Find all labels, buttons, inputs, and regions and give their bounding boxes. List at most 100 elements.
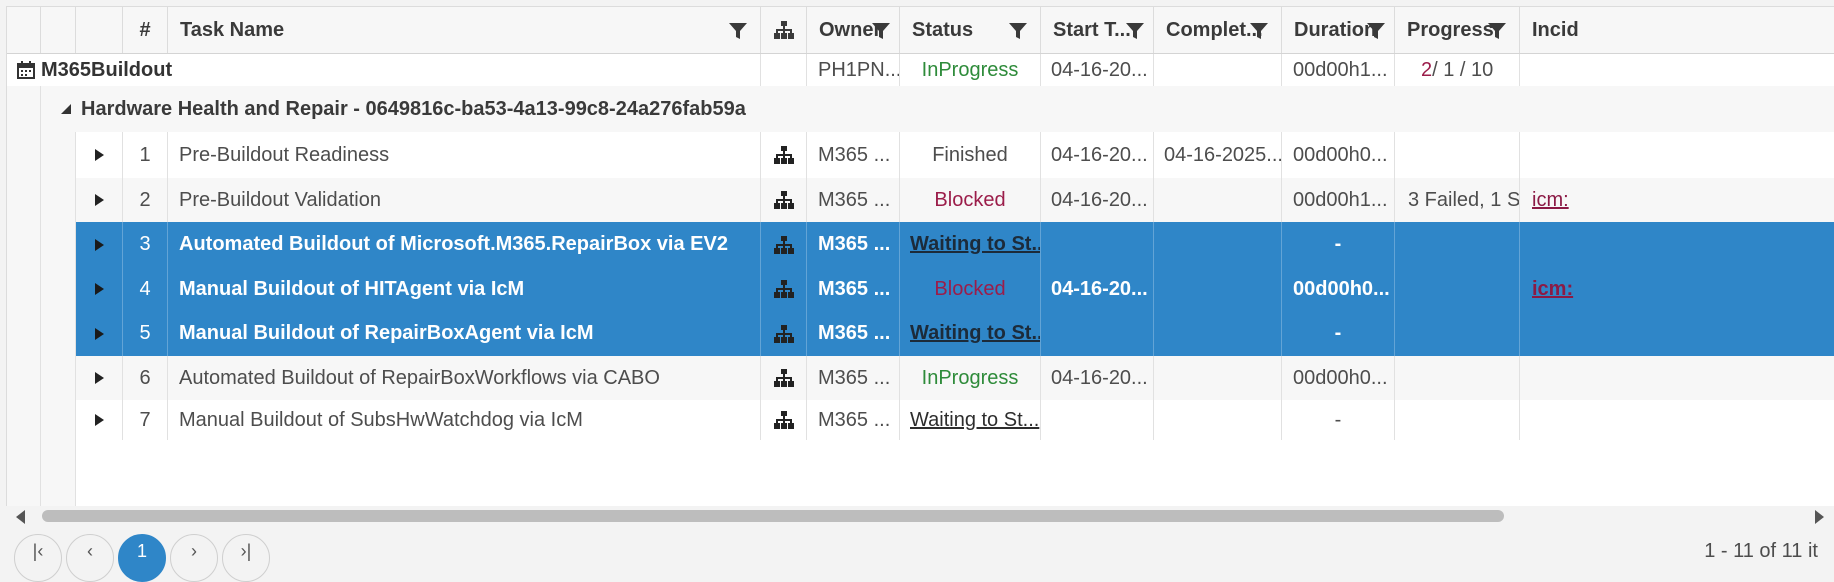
hierarchy-cell[interactable]	[761, 132, 807, 178]
table-row[interactable]: 4 Manual Buildout of HITAgent via IcM M365…	[76, 267, 1834, 311]
duration-cell: -	[1282, 222, 1395, 267]
table-row[interactable]: 3 Automated Buildout of Microsoft.M365.Re…	[76, 222, 1834, 267]
incident-cell[interactable]: icm:	[1520, 178, 1834, 222]
table-row[interactable]: 2 Pre-Buildout Validation M365 ... Blocked 0…	[76, 178, 1834, 222]
hierarchy-cell[interactable]	[761, 356, 807, 400]
task-name[interactable]: Pre-Buildout Validation	[168, 178, 761, 222]
filter-icon[interactable]	[1125, 21, 1145, 41]
progress-cell	[1395, 222, 1520, 267]
filter-icon[interactable]	[728, 21, 748, 41]
header-progress[interactable]: Progress	[1395, 7, 1520, 53]
status-cell[interactable]: Waiting to St...	[900, 311, 1041, 356]
expand-cell[interactable]	[76, 132, 123, 178]
expand-cell[interactable]	[76, 267, 123, 311]
incident-link[interactable]: icm:	[1532, 278, 1573, 301]
header-complete-time[interactable]: Complet...	[1154, 7, 1282, 53]
hierarchy-icon[interactable]	[773, 324, 794, 343]
group-row[interactable]: M365Buildout PH1PN... InProgress 04-16-2…	[7, 54, 1834, 87]
start-time-cell: 04-16-20...	[1041, 132, 1154, 178]
incident-cell[interactable]	[1520, 222, 1834, 267]
collapse-triangle-icon[interactable]	[61, 104, 71, 114]
header-task-name[interactable]: Task Name	[168, 7, 761, 53]
status-text[interactable]: Waiting to St...	[910, 233, 1040, 256]
incident-cell[interactable]: icm:	[1520, 267, 1834, 311]
task-name[interactable]: Pre-Buildout Readiness	[168, 132, 761, 178]
header-spacer-3	[76, 7, 123, 53]
group-status: InProgress	[900, 54, 1041, 86]
header-start-time[interactable]: Start T...	[1041, 7, 1154, 53]
incident-cell[interactable]	[1520, 400, 1834, 440]
filter-icon[interactable]	[1487, 21, 1507, 41]
pager-info: 1 - 11 of 11 it	[1704, 540, 1818, 562]
page-1-button[interactable]: 1	[118, 534, 166, 582]
task-name[interactable]: Automated Buildout of Microsoft.M365.Rep…	[168, 222, 761, 267]
hierarchy-icon[interactable]	[773, 146, 794, 164]
scroll-left-icon[interactable]	[16, 510, 25, 524]
expand-triangle-icon[interactable]	[94, 327, 104, 340]
header-duration-label: Duration	[1294, 18, 1377, 41]
hierarchy-cell[interactable]	[761, 267, 807, 311]
scrollbar-thumb[interactable]	[42, 510, 1504, 522]
expand-cell[interactable]	[76, 311, 123, 356]
hierarchy-cell[interactable]	[761, 222, 807, 267]
incident-cell[interactable]	[1520, 132, 1834, 178]
complete-time-cell	[1154, 267, 1282, 311]
prev-page-button[interactable]: ‹	[66, 534, 114, 582]
next-page-button[interactable]: ›	[170, 534, 218, 582]
horizontal-scrollbar[interactable]	[6, 506, 1834, 528]
header-owner[interactable]: Owner	[807, 7, 900, 53]
filter-icon[interactable]	[1366, 21, 1386, 41]
table-row[interactable]: 1 Pre-Buildout Readiness M365 ... Finished 0…	[76, 132, 1834, 178]
header-status-label: Status	[912, 18, 974, 41]
task-name[interactable]: Manual Buildout of RepairBoxAgent via Ic…	[168, 311, 761, 356]
table-row[interactable]: 5 Manual Buildout of RepairBoxAgent via I…	[76, 311, 1834, 356]
expand-cell[interactable]	[76, 178, 123, 222]
expand-triangle-icon[interactable]	[94, 414, 104, 426]
header-incident[interactable]: Incid	[1520, 7, 1834, 53]
expand-cell[interactable]	[76, 356, 123, 400]
incident-link[interactable]: icm:	[1532, 189, 1569, 212]
status-text[interactable]: Waiting to St...	[910, 322, 1040, 345]
header-hierarchy[interactable]	[761, 7, 807, 53]
status-cell[interactable]: Waiting to St...	[900, 400, 1041, 440]
expand-triangle-icon[interactable]	[94, 194, 104, 206]
incident-cell[interactable]	[1520, 311, 1834, 356]
hierarchy-icon[interactable]	[773, 369, 794, 387]
first-page-button[interactable]: |‹	[14, 534, 62, 582]
hierarchy-icon[interactable]	[773, 280, 794, 298]
task-name[interactable]: Manual Buildout of HITAgent via IcM	[168, 267, 761, 311]
expand-triangle-icon[interactable]	[94, 238, 104, 251]
hierarchy-cell[interactable]	[761, 311, 807, 356]
expand-triangle-icon[interactable]	[94, 372, 104, 384]
task-name[interactable]: Manual Buildout of SubsHwWatchdog via Ic…	[168, 400, 761, 440]
filter-icon[interactable]	[871, 21, 891, 41]
header-status[interactable]: Status	[900, 7, 1041, 53]
scroll-right-icon[interactable]	[1815, 510, 1824, 524]
expand-triangle-icon[interactable]	[94, 149, 104, 161]
task-name[interactable]: Automated Buildout of RepairBoxWorkflows…	[168, 356, 761, 400]
owner-cell: M365 ...	[807, 132, 900, 178]
row-number: 3	[123, 222, 168, 267]
table-row[interactable]: 7 Manual Buildout of SubsHwWatchdog via I…	[76, 400, 1834, 440]
hierarchy-icon[interactable]	[773, 411, 794, 429]
group-progress-rest: / 1 / 10	[1432, 58, 1494, 81]
hierarchy-icon[interactable]	[773, 235, 794, 254]
hierarchy-cell[interactable]	[761, 400, 807, 440]
filter-icon[interactable]	[1008, 21, 1028, 41]
owner-cell: M365 ...	[807, 356, 900, 400]
header-duration[interactable]: Duration	[1282, 7, 1395, 53]
status-text[interactable]: Waiting to St...	[910, 409, 1039, 432]
table-row[interactable]: 6 Automated Buildout of RepairBoxWorkflow…	[76, 356, 1834, 400]
hierarchy-icon[interactable]	[773, 191, 794, 209]
incident-cell[interactable]	[1520, 356, 1834, 400]
expand-cell[interactable]	[76, 400, 123, 440]
expand-cell[interactable]	[76, 222, 123, 267]
last-page-button[interactable]: ›|	[222, 534, 270, 582]
status-cell[interactable]: Waiting to St...	[900, 222, 1041, 267]
filter-icon[interactable]	[1249, 21, 1269, 41]
expand-triangle-icon[interactable]	[94, 283, 104, 295]
subgroup-row[interactable]: Hardware Health and Repair - 0649816c-ba…	[7, 86, 1834, 132]
hierarchy-cell[interactable]	[761, 178, 807, 222]
header-number[interactable]: #	[123, 7, 168, 53]
row-number: 7	[123, 400, 168, 440]
